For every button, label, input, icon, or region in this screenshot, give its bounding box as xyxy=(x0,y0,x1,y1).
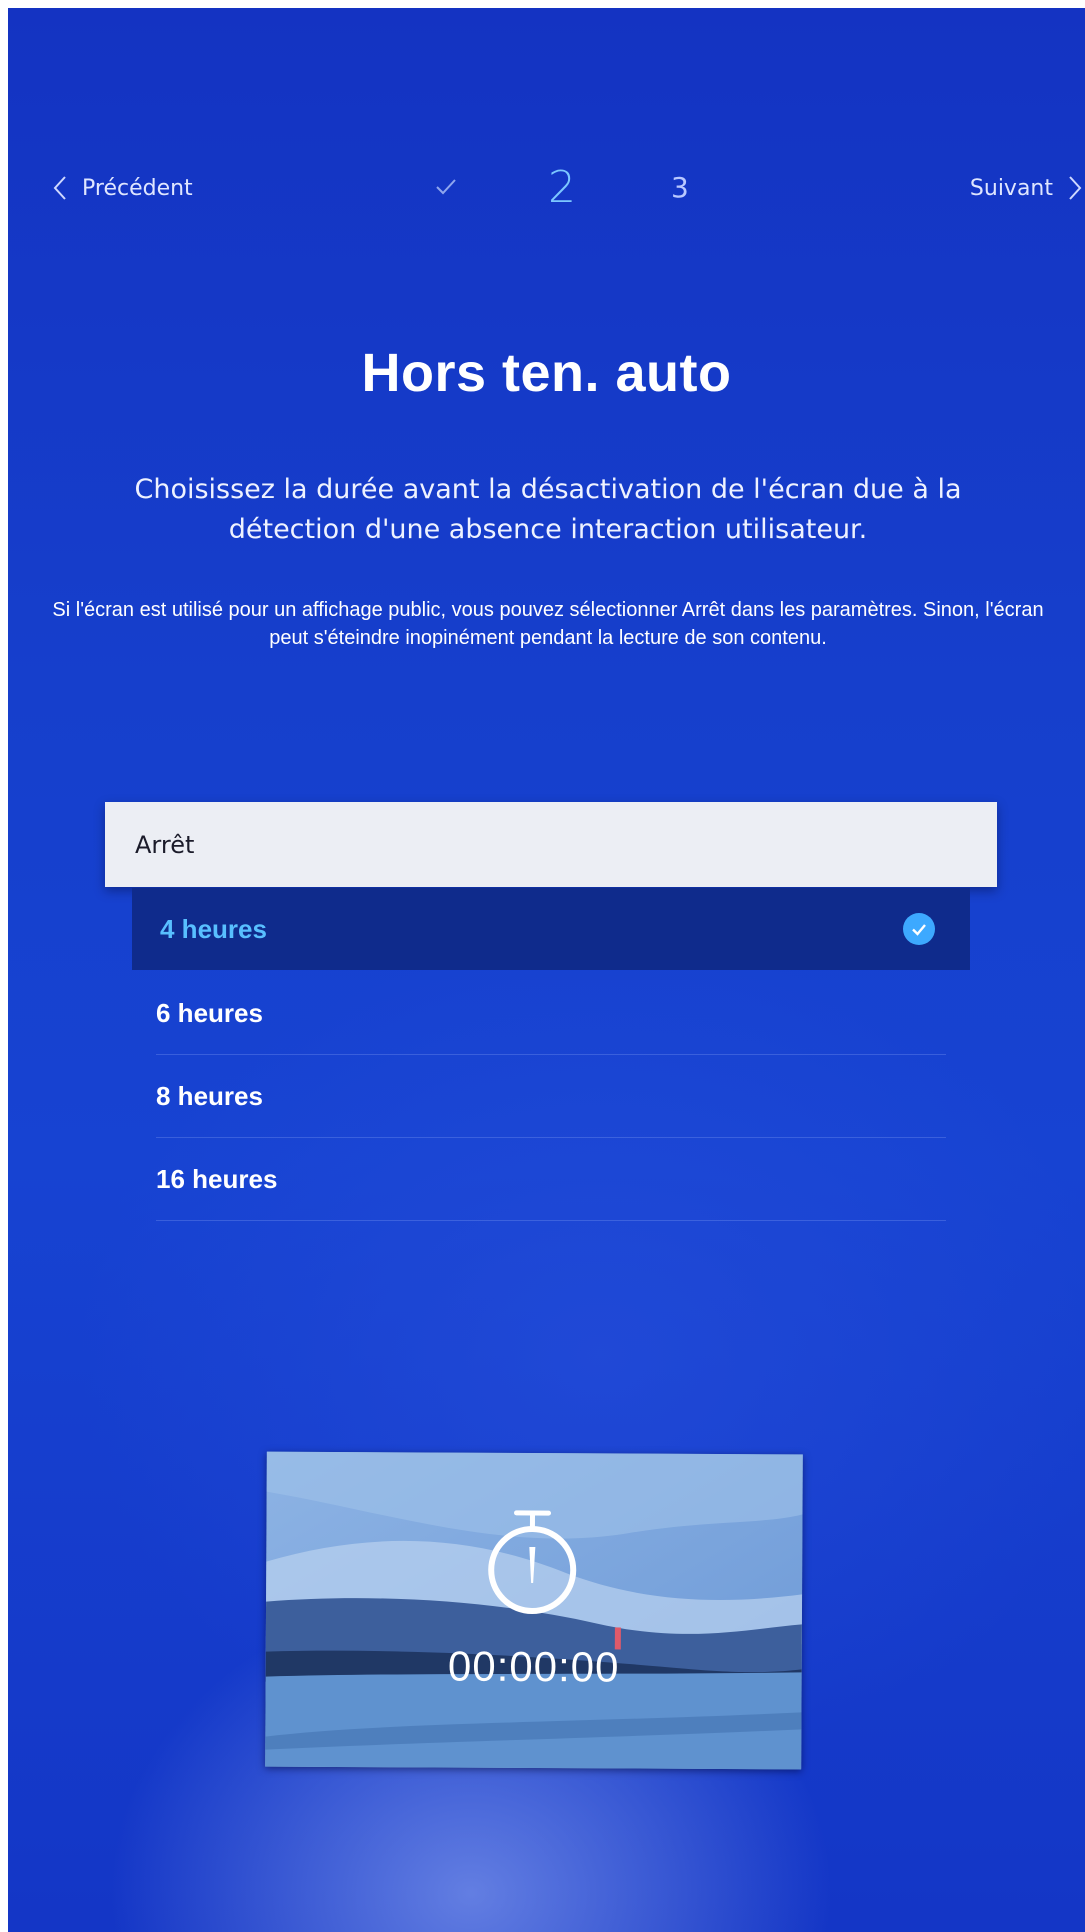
option-label: 6 heures xyxy=(156,997,263,1028)
option-label: 16 heures xyxy=(156,1163,278,1194)
step-indicator: 2 3 xyxy=(8,160,1085,216)
option-16-heures[interactable]: 16 heures xyxy=(156,1138,946,1221)
option-arret[interactable]: Arrêt xyxy=(105,802,997,887)
page-title: Hors ten. auto xyxy=(361,343,732,403)
check-icon xyxy=(436,179,456,195)
page-subtitle: Choisissez la durée avant la désactivati… xyxy=(134,474,962,545)
option-8-heures[interactable]: 8 heures xyxy=(156,1055,946,1138)
chevron-right-icon xyxy=(1069,176,1082,200)
landscape-illustration xyxy=(265,1451,803,1770)
option-label: 4 heures xyxy=(160,913,267,944)
option-4-heures[interactable]: 4 heures xyxy=(132,888,970,970)
option-label: 8 heures xyxy=(156,1080,263,1111)
setup-screen: Précédent 2 3 Suivant Hors ten. auto Cho… xyxy=(8,8,1085,1932)
preview-illustration: 00:00:00 xyxy=(265,1451,803,1770)
info-note: Si l'écran est utilisé pour un affichage… xyxy=(52,599,1044,649)
top-navigation: Précédent 2 3 Suivant xyxy=(8,162,1085,213)
step-current: 2 xyxy=(548,162,576,213)
next-button[interactable]: Suivant xyxy=(970,168,1085,208)
step-next: 3 xyxy=(671,171,689,204)
timer-readout: 00:00:00 xyxy=(447,1642,620,1691)
option-6-heures[interactable]: 6 heures xyxy=(156,972,946,1055)
next-label: Suivant xyxy=(969,175,1053,201)
selected-check-icon xyxy=(903,913,935,945)
option-label: Arrêt xyxy=(135,830,195,859)
